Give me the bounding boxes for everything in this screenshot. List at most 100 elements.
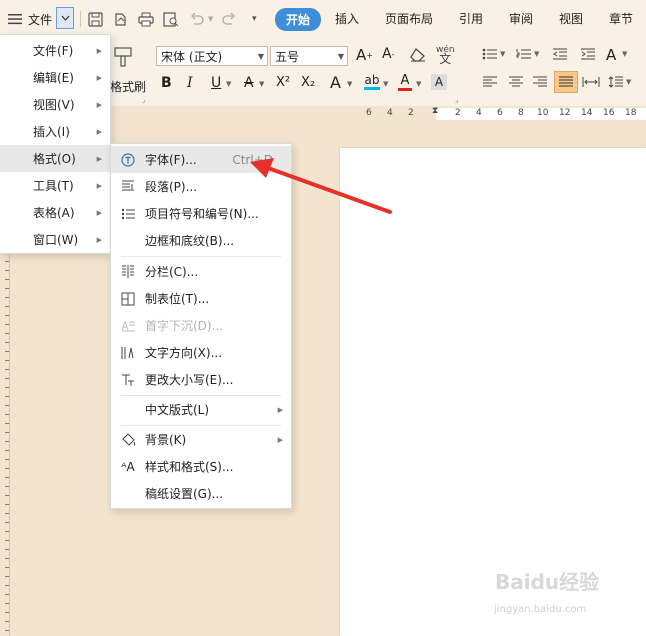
menu-item-tab-stops[interactable]: 制表位(T)...	[111, 285, 291, 312]
file-menu-dropdown-button[interactable]	[56, 7, 74, 29]
ruler-number: 2	[408, 108, 414, 118]
save-icon[interactable]	[88, 0, 103, 38]
format-painter-icon[interactable]	[112, 46, 134, 68]
columns-icon	[119, 263, 137, 281]
menu-item-label: 制表位(T)...	[145, 292, 210, 306]
font-group-expand-icon[interactable]: ⌟	[455, 96, 458, 104]
increase-indent-icon[interactable]	[580, 48, 596, 60]
strikethrough-dropdown-icon[interactable]: ▼	[259, 80, 264, 88]
styles-icon: ᴬA	[121, 459, 135, 474]
italic-button[interactable]: I	[187, 75, 193, 91]
distributed-align-icon[interactable]	[582, 76, 600, 88]
font-size-value: 五号	[275, 50, 300, 64]
tab-review[interactable]: 审阅	[509, 10, 533, 27]
menu-item-format[interactable]: 格式(O) ▶	[0, 145, 110, 172]
superscript-button[interactable]: X²	[276, 75, 290, 90]
menu-item-label: 边框和底纹(B)...	[145, 234, 235, 248]
menu-item-table[interactable]: 表格(A) ▶	[0, 199, 110, 226]
document-page[interactable]	[340, 148, 646, 636]
highlight-color-button[interactable]: ab	[364, 73, 380, 90]
bullet-list-dropdown-icon[interactable]: ▼	[500, 50, 505, 58]
line-spacing-icon[interactable]	[608, 76, 624, 88]
character-shading-icon[interactable]: A	[431, 74, 447, 90]
clipboard-group-expand-icon[interactable]: ⌟	[142, 96, 145, 104]
align-center-icon[interactable]	[508, 76, 524, 88]
subscript-button[interactable]: X₂	[301, 75, 315, 90]
menu-item-file[interactable]: 文件(F) ▶	[0, 37, 110, 64]
font-size-select[interactable]: 五号 ▼	[270, 46, 348, 66]
chevron-right-icon: ▶	[277, 405, 283, 414]
tab-references[interactable]: 引用	[459, 10, 483, 27]
grow-font-icon[interactable]: A +	[356, 46, 373, 64]
ruler-number: 18	[625, 108, 637, 118]
numbered-list-icon[interactable]	[516, 48, 532, 60]
justify-button[interactable]	[554, 71, 578, 93]
menu-item-manuscript-settings[interactable]: 稿纸设置(G)...	[111, 480, 291, 507]
chevron-right-icon: ▶	[96, 208, 102, 217]
print-preview-icon[interactable]	[163, 0, 179, 38]
watermark-logo: Baidu经验	[495, 570, 600, 594]
quick-access-more-icon[interactable]: ▾	[252, 0, 257, 38]
underline-dropdown-icon[interactable]: ▼	[226, 80, 231, 88]
menu-item-label: 样式和格式(S)...	[145, 460, 234, 474]
menu-item-edit[interactable]: 编辑(E) ▶	[0, 64, 110, 91]
format-painter-label[interactable]: 格式刷	[110, 78, 146, 95]
menu-item-label: 文字方向(X)...	[145, 346, 223, 360]
menu-item-borders-shading[interactable]: 边框和底纹(B)...	[111, 227, 291, 254]
indent-marker-icon[interactable]: ⧗	[432, 106, 438, 116]
phonetic-guide-icon[interactable]: wén 文	[436, 46, 455, 66]
chinese-layout-dropdown-icon[interactable]: ▼	[622, 50, 627, 58]
font-color-icon: A	[400, 73, 410, 88]
strikethrough-button[interactable]: A	[244, 75, 254, 91]
export-icon[interactable]	[113, 0, 128, 38]
numbered-list-dropdown-icon[interactable]: ▼	[534, 50, 539, 58]
print-icon[interactable]	[138, 0, 154, 38]
tab-page-layout[interactable]: 页面布局	[385, 10, 433, 27]
font-name-select[interactable]: 宋体 (正文) ▼	[156, 46, 268, 66]
decrease-indent-icon[interactable]	[552, 48, 568, 60]
text-effect-dropdown-icon[interactable]: ▼	[347, 80, 352, 88]
chevron-right-icon: ▶	[96, 181, 102, 190]
font-name-value: 宋体 (正文)	[161, 50, 223, 64]
menu-item-label: 字体(F)...	[145, 153, 197, 167]
text-effect-icon[interactable]: A	[330, 73, 341, 92]
align-right-icon[interactable]	[532, 76, 548, 88]
ruler-number: 6	[366, 108, 372, 118]
menu-item-text-direction[interactable]: 文字方向(X)...	[111, 339, 291, 366]
menu-item-styles-formatting[interactable]: ᴬA 样式和格式(S)...	[111, 453, 291, 480]
menu-item-insert[interactable]: 插入(I) ▶	[0, 118, 110, 145]
bullet-list-icon[interactable]	[482, 48, 498, 60]
undo-icon[interactable]	[190, 0, 204, 38]
tab-insert[interactable]: 插入	[335, 10, 359, 27]
align-left-icon[interactable]	[482, 76, 498, 88]
menu-item-label: 工具(T)	[33, 179, 74, 193]
bold-button[interactable]: B	[161, 75, 172, 91]
vertical-ruler[interactable]	[0, 252, 10, 636]
line-spacing-dropdown-icon[interactable]: ▼	[626, 78, 631, 86]
menu-item-window[interactable]: 窗口(W) ▶	[0, 226, 110, 253]
undo-dropdown-icon[interactable]: ▼	[208, 0, 213, 38]
menu-item-columns[interactable]: 分栏(C)...	[111, 258, 291, 285]
horizontal-ruler[interactable]: 6 4 2 ⧗ 2 4 6 8 10 12 14 16 18	[110, 106, 646, 122]
tab-view[interactable]: 视图	[559, 10, 583, 27]
highlight-dropdown-icon[interactable]: ▼	[383, 80, 388, 88]
tab-section[interactable]: 章节	[609, 10, 633, 27]
font-icon	[119, 151, 137, 169]
menu-item-label: 编辑(E)	[33, 71, 74, 85]
file-menu-label[interactable]: 文件	[28, 0, 52, 38]
clear-format-icon[interactable]	[410, 48, 426, 62]
menu-item-view[interactable]: 视图(V) ▶	[0, 91, 110, 118]
menu-item-tools[interactable]: 工具(T) ▶	[0, 172, 110, 199]
menu-item-label: 背景(K)	[145, 433, 187, 447]
font-color-button[interactable]: A	[398, 73, 412, 91]
font-color-dropdown-icon[interactable]: ▼	[416, 80, 421, 88]
hamburger-menu-icon[interactable]	[8, 0, 22, 38]
tab-home[interactable]: 开始	[275, 8, 322, 31]
menu-item-chinese-layout[interactable]: 中文版式(L) ▶	[111, 396, 291, 423]
shrink-font-icon[interactable]: A-	[382, 46, 394, 62]
menu-item-change-case[interactable]: 更改大小写(E)...	[111, 366, 291, 393]
redo-icon[interactable]	[222, 0, 236, 38]
underline-button[interactable]: U	[211, 75, 221, 91]
chinese-layout-icon[interactable]: A	[606, 46, 616, 64]
menu-item-background[interactable]: 背景(K) ▶	[111, 426, 291, 453]
